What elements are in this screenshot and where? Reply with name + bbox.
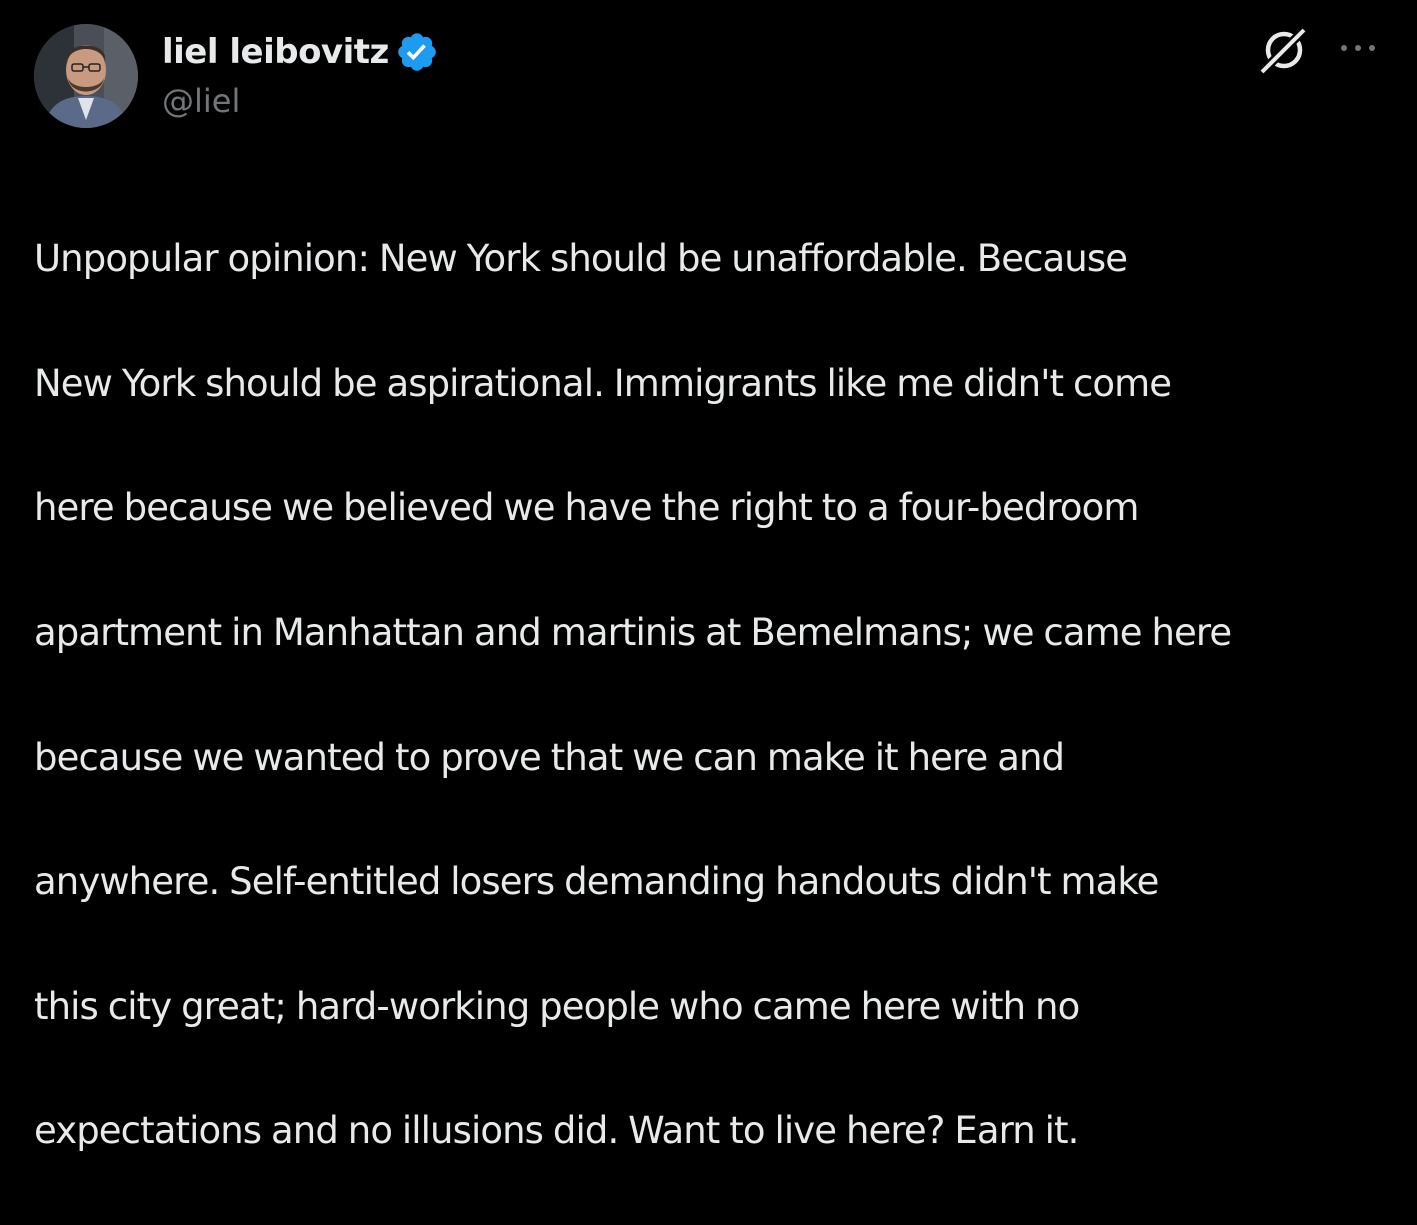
tweet-text-line: because we wanted to prove that we can m… <box>34 735 1065 779</box>
author-name-row: liel leibovitz <box>162 28 439 76</box>
tweet-text-line: Unpopular opinion: New York should be un… <box>34 237 1128 281</box>
verified-badge-icon[interactable] <box>395 30 439 74</box>
tweet-text-line: New York should be aspirational. Immigra… <box>34 361 1172 405</box>
grok-icon[interactable] <box>1258 24 1310 76</box>
tweet-text-line: expectations and no illusions did. Want … <box>34 1109 1079 1153</box>
tweet-text-line: this city great; hard-working people who… <box>34 984 1080 1028</box>
avatar[interactable] <box>34 24 138 128</box>
tweet-card: liel leibovitz @liel Unpopular opinion: … <box>0 0 1417 1152</box>
tweet-text-line: here because we believed we have the rig… <box>34 486 1139 530</box>
author-handle[interactable]: @liel <box>162 82 240 120</box>
more-dots-icon[interactable] <box>1334 30 1382 66</box>
tweet-text: Unpopular opinion: New York should be un… <box>34 166 1404 1225</box>
author-display-name[interactable]: liel leibovitz <box>162 32 389 72</box>
tweet-text-line: anywhere. Self-entitled losers demanding… <box>34 860 1159 904</box>
avatar-image <box>34 24 138 128</box>
tweet-text-line: apartment in Manhattan and martinis at B… <box>34 611 1232 655</box>
